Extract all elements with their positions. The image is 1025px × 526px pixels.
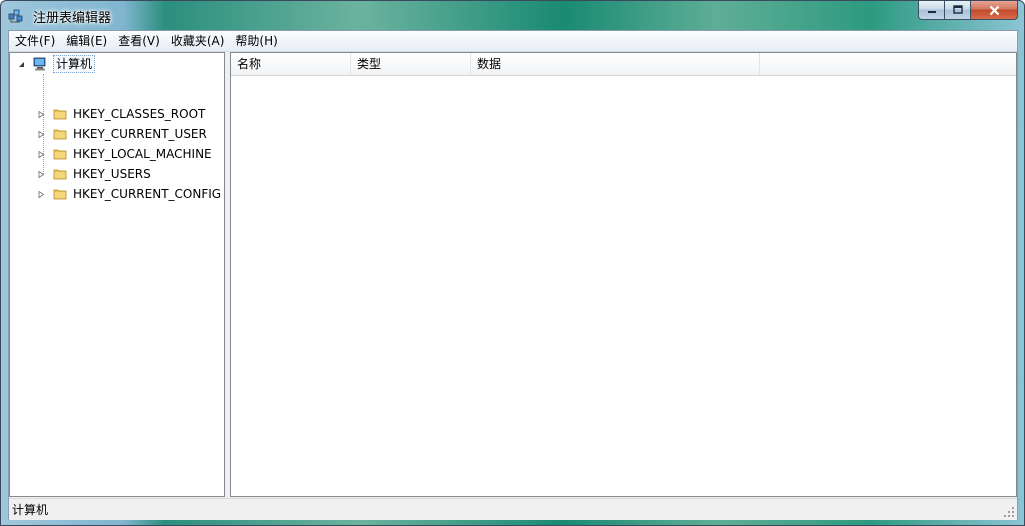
collapsed-arrow-icon[interactable] [37,170,46,179]
tree-node-hkey-current-config[interactable]: HKEY_CURRENT_CONFIG [37,184,221,204]
tree-node-hkey-classes-root[interactable]: HKEY_CLASSES_ROOT [37,104,205,124]
menu-edit[interactable]: 编辑(E) [60,31,112,51]
expanded-arrow-icon[interactable] [17,60,26,69]
close-button[interactable] [971,1,1018,20]
tree-label-computer: 计算机 [53,55,96,73]
client-area: 文件(F) 编辑(E) 查看(V) 收藏夹(A) 帮助(H) 计算机 HKEY_… [8,30,1018,520]
column-header-name[interactable]: 名称 [231,53,351,75]
tree-label-hkey: HKEY_CURRENT_CONFIG [73,187,222,201]
values-list[interactable]: 名称 类型 数据 [230,52,1017,497]
minimize-button[interactable] [918,1,945,20]
tree-label-hkey: HKEY_LOCAL_MACHINE [73,147,212,161]
tree-node-hkey-users[interactable]: HKEY_USERS [37,164,151,184]
resize-grip-icon[interactable] [1003,506,1015,518]
tree-node-hkey-current-user[interactable]: HKEY_CURRENT_USER [37,124,207,144]
maximize-icon [952,5,963,14]
collapsed-arrow-icon[interactable] [37,150,46,159]
title-bar[interactable]: 注册表编辑器 [1,1,1024,30]
collapsed-arrow-icon[interactable] [37,130,46,139]
tree-node-hkey-local-machine[interactable]: HKEY_LOCAL_MACHINE [37,144,212,164]
regedit-app-icon [8,9,23,23]
menu-favorites[interactable]: 收藏夹(A) [165,31,230,51]
menu-view[interactable]: 查看(V) [112,31,165,51]
registry-tree[interactable]: 计算机 HKEY_CLASSES_ROOT HKEY_CURRENT_USER … [9,52,225,497]
folder-icon [53,169,67,180]
minimize-icon [927,11,936,13]
caption-buttons [918,1,1018,21]
window-title: 注册表编辑器 [33,11,112,26]
maximize-button[interactable] [945,1,971,20]
folder-icon [53,149,67,160]
column-header-data[interactable]: 数据 [471,53,760,75]
tree-label-hkey: HKEY_CURRENT_USER [73,127,207,141]
folder-icon [53,109,67,120]
menu-file[interactable]: 文件(F) [9,31,60,51]
collapsed-arrow-icon[interactable] [37,190,46,199]
column-header-type[interactable]: 类型 [351,53,471,75]
status-bar: 计算机 [9,498,1017,520]
collapsed-arrow-icon[interactable] [37,110,46,119]
folder-icon [53,189,67,200]
computer-icon [33,57,46,71]
tree-node-computer[interactable]: 计算机 [17,54,96,74]
menu-help[interactable]: 帮助(H) [229,31,282,51]
tree-label-hkey: HKEY_USERS [73,167,151,181]
tree-label-hkey: HKEY_CLASSES_ROOT [73,107,206,121]
list-header: 名称 类型 数据 [231,53,1016,76]
registry-editor-window: 注册表编辑器 文件(F) 编辑(E) 查看(V) 收藏夹(A) 帮助(H) 计算… [0,0,1025,526]
close-icon [989,5,999,15]
folder-icon [53,129,67,140]
menu-bar: 文件(F) 编辑(E) 查看(V) 收藏夹(A) 帮助(H) [9,31,1017,52]
status-path: 计算机 [12,503,49,517]
